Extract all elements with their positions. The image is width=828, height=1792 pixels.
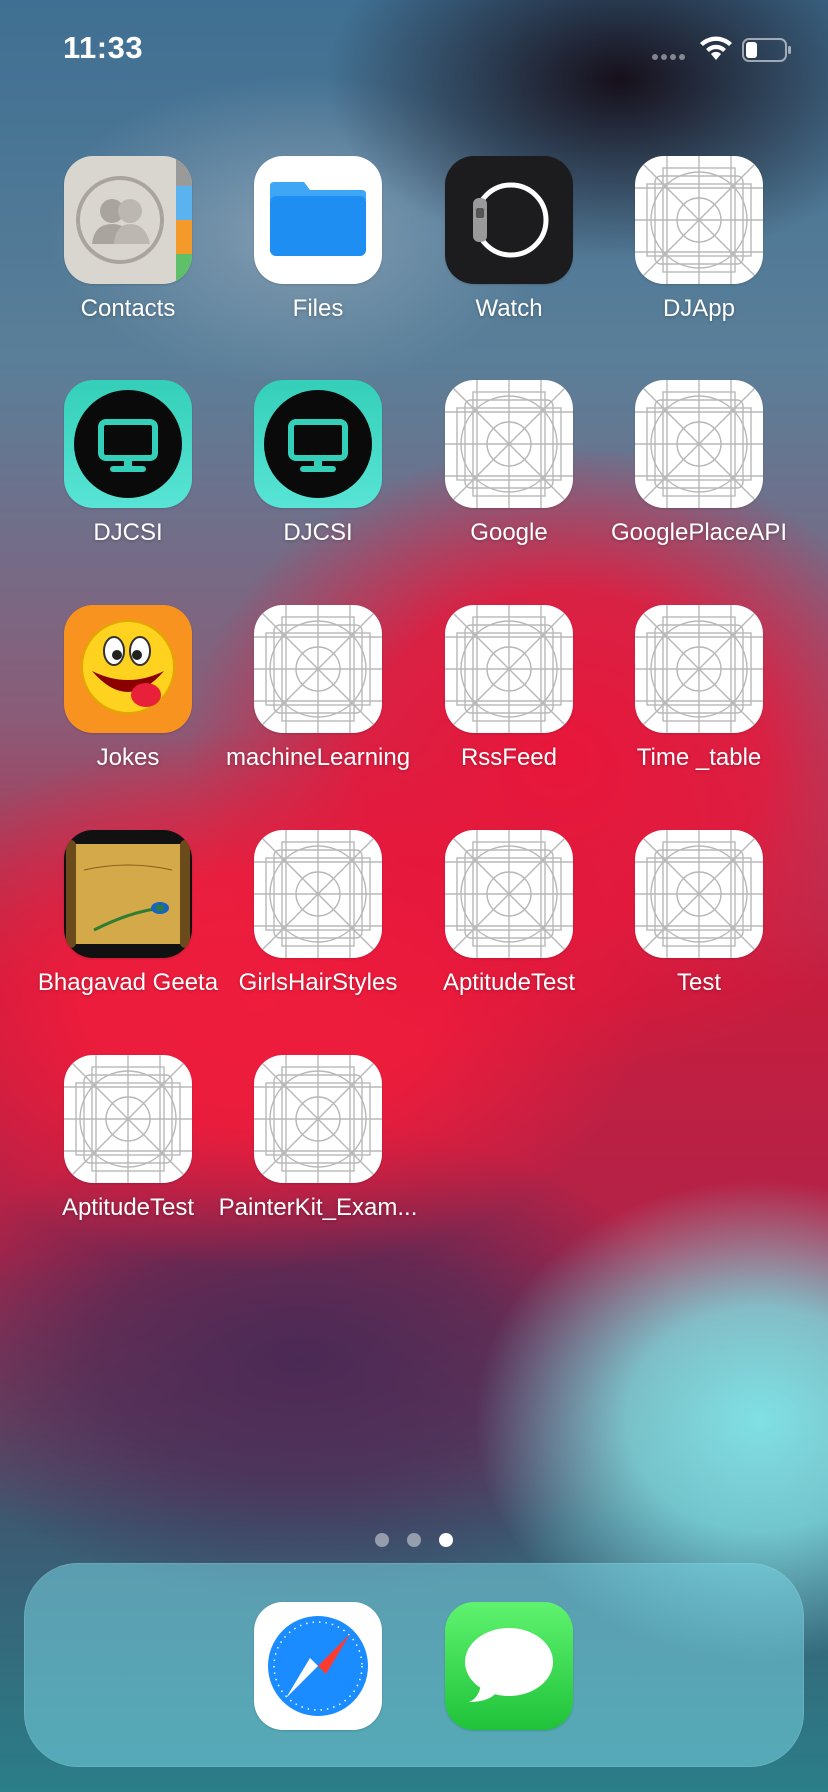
placeholder-grid-icon <box>445 830 573 958</box>
app-aptitudetest[interactable]: AptitudeTest <box>414 830 604 1010</box>
app-label: GirlsHairStyles <box>238 969 398 996</box>
laughing-emoji-icon <box>64 605 192 733</box>
app-googleplaceapi[interactable]: GooglePlaceAPI <box>604 380 794 560</box>
placeholder-grid-icon <box>64 1055 192 1183</box>
app-watch[interactable]: Watch <box>414 156 604 336</box>
cellular-signal-icon <box>652 54 685 60</box>
safari-compass-icon <box>254 1602 382 1730</box>
dock-app-messages[interactable] <box>414 1602 604 1730</box>
app-girlshairstyles[interactable]: GirlsHairStyles <box>223 830 413 1010</box>
app-label: machineLearning <box>225 744 411 771</box>
app-label: Files <box>292 295 344 322</box>
app-jokes[interactable]: Jokes <box>33 605 223 785</box>
app-label: Time _table <box>636 744 762 771</box>
app-label: Bhagavad Geeta <box>37 969 219 996</box>
contacts-icon <box>64 156 192 284</box>
placeholder-grid-icon <box>635 380 763 508</box>
app-machinelearning[interactable]: machineLearning <box>223 605 413 785</box>
app-label: PainterKit_Exam... <box>218 1194 418 1221</box>
status-bar: 11:33 <box>0 0 828 100</box>
app-label: Watch <box>475 295 543 322</box>
app-bhagavad-geeta[interactable]: Bhagavad Geeta <box>33 830 223 1010</box>
app-djapp[interactable]: DJApp <box>604 156 794 336</box>
app-label: DJCSI <box>93 519 163 546</box>
placeholder-grid-icon <box>254 605 382 733</box>
placeholder-grid-icon <box>445 380 573 508</box>
placeholder-grid-icon <box>635 605 763 733</box>
placeholder-grid-icon <box>254 830 382 958</box>
placeholder-grid-icon <box>254 1055 382 1183</box>
app-google[interactable]: Google <box>414 380 604 560</box>
app-label: AptitudeTest <box>442 969 576 996</box>
scroll-peacock-feather-icon <box>64 830 192 958</box>
app-djcsi-2[interactable]: DJCSI <box>223 380 413 560</box>
app-djcsi[interactable]: DJCSI <box>33 380 223 560</box>
page-dot[interactable] <box>407 1533 421 1547</box>
page-dot[interactable] <box>375 1533 389 1547</box>
app-label: Contacts <box>80 295 176 322</box>
app-test[interactable]: Test <box>604 830 794 1010</box>
battery-icon <box>742 38 791 62</box>
status-time: 11:33 <box>63 30 144 65</box>
app-files[interactable]: Files <box>223 156 413 336</box>
placeholder-grid-icon <box>635 830 763 958</box>
app-label: DJApp <box>662 295 736 322</box>
app-label: Test <box>676 969 721 996</box>
page-indicator[interactable] <box>0 1533 828 1547</box>
app-time-table[interactable]: Time _table <box>604 605 794 785</box>
monitor-icon <box>64 380 192 508</box>
app-aptitudetest-2[interactable]: AptitudeTest <box>33 1055 223 1235</box>
app-label: Google <box>470 519 548 546</box>
app-label: AptitudeTest <box>61 1194 195 1221</box>
messages-bubble-icon <box>445 1602 573 1730</box>
placeholder-grid-icon <box>445 605 573 733</box>
monitor-icon <box>254 380 382 508</box>
dock-app-safari[interactable] <box>223 1602 413 1730</box>
app-painterkit[interactable]: PainterKit_Exam... <box>219 1055 417 1235</box>
watch-icon <box>445 156 573 284</box>
placeholder-grid-icon <box>635 156 763 284</box>
app-contacts[interactable]: Contacts <box>33 156 223 336</box>
app-label: Jokes <box>96 744 160 771</box>
wifi-icon <box>700 36 732 60</box>
app-rssfeed[interactable]: RssFeed <box>414 605 604 785</box>
dock <box>24 1563 804 1767</box>
app-label: GooglePlaceAPI <box>610 519 788 546</box>
app-label: DJCSI <box>283 519 353 546</box>
files-folder-icon <box>254 156 382 284</box>
app-label: RssFeed <box>460 744 558 771</box>
page-dot-current[interactable] <box>439 1533 453 1547</box>
